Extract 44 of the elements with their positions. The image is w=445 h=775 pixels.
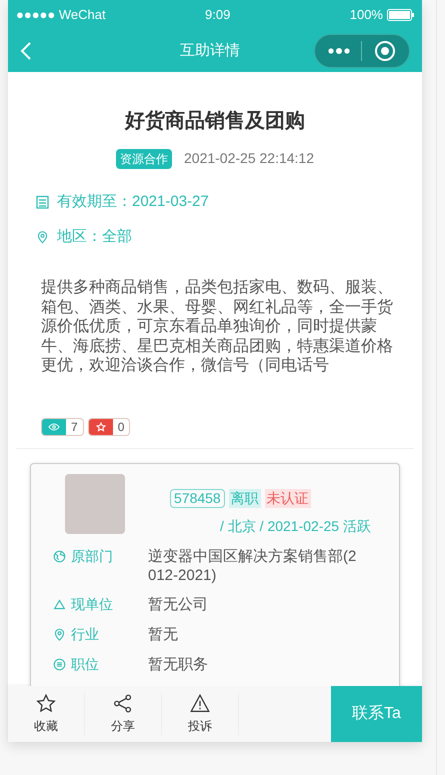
field-label: 现单位 [71, 595, 113, 614]
status-tag: 未认证 [264, 488, 311, 508]
clock-text: 9:09 [205, 6, 230, 24]
back-icon[interactable] [20, 41, 32, 61]
field-label: 原部门 [71, 547, 113, 566]
field-label: 行业 [71, 625, 99, 644]
triangle-icon [53, 598, 66, 611]
battery-icon [386, 9, 414, 21]
user-meta: / 北京 / 2021-02-25 活跃 [219, 516, 371, 536]
capsule-control[interactable] [314, 34, 410, 68]
field-value: 逆变器中国区解决方案销售部(2012-2021) [148, 546, 358, 584]
location-icon [36, 230, 49, 244]
user-id-tag: 578458 [170, 488, 225, 508]
report-button[interactable]: 投诉 [162, 693, 239, 735]
list-icon [53, 658, 66, 671]
more-icon[interactable] [327, 47, 351, 55]
favorite-button[interactable]: 收藏 [8, 693, 85, 735]
warning-icon [189, 693, 211, 714]
field-label: 职位 [71, 655, 99, 674]
location-icon [53, 628, 66, 641]
status-tag: 离职 [228, 488, 261, 508]
field-value: 暂无职务 [148, 654, 209, 674]
share-button[interactable]: 分享 [85, 693, 162, 735]
carrier-text: ●●●●● WeChat [16, 6, 106, 24]
page-title: 互助详情 [179, 40, 241, 61]
post-title: 好货商品销售及团购 [125, 108, 305, 134]
star-icon [35, 693, 57, 714]
battery-text: 100% [350, 6, 383, 24]
avatar [65, 474, 125, 534]
region-text: 地区：全部 [57, 226, 132, 246]
field-value: 暂无 [148, 624, 179, 644]
globe-icon [53, 550, 66, 563]
post-description: 提供多种商品销售，品类包括家电、数码、服装、箱包、酒类、水果、母婴、网红礼品等，全一手货源价低优质，可京东看品单独询价，同时提供蒙牛、海底捞、星巴克相关商品团购，特惠渠道价格更优，欢迎洽谈合作，微信号（同电话号 [41, 278, 394, 376]
star-icon [96, 422, 106, 432]
calendar-icon [36, 195, 49, 210]
field-value: 暂无公司 [148, 594, 209, 614]
favorite-count: 0 [88, 418, 130, 436]
category-tag: 资源合作 [116, 148, 172, 168]
close-icon[interactable] [374, 40, 396, 62]
view-count: 7 [41, 418, 84, 436]
post-datetime: 2021-02-25 22:14:12 [184, 149, 314, 168]
share-icon [112, 693, 134, 714]
valid-until-text: 有效期至：2021-03-27 [57, 192, 209, 212]
eye-icon [48, 422, 60, 430]
